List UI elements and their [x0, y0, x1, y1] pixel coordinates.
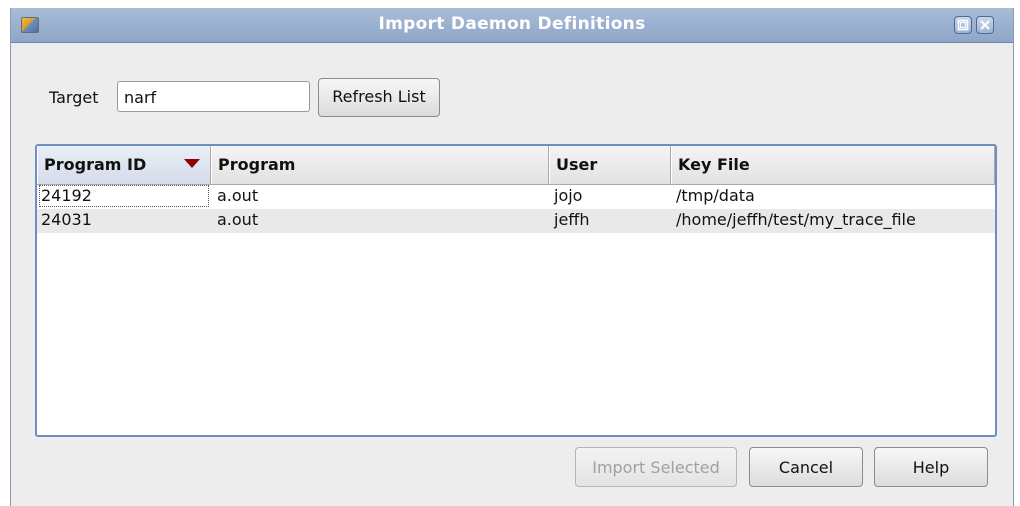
column-header-key-file[interactable]: Key File — [671, 146, 995, 184]
column-header-label: Key File — [678, 155, 750, 174]
dialog-window: Import Daemon Definitions Target narf Re… — [10, 8, 1014, 506]
cell-program: a.out — [217, 210, 259, 229]
column-header-label: Program — [218, 155, 296, 174]
cell-user: jojo — [554, 186, 583, 205]
cell-program: a.out — [217, 186, 259, 205]
column-header-program-id[interactable]: Program ID — [37, 146, 211, 184]
close-icon — [980, 20, 990, 30]
sort-down-arrow-icon — [184, 159, 200, 168]
help-button[interactable]: Help — [874, 447, 988, 487]
title-bar[interactable]: Import Daemon Definitions — [11, 8, 1013, 43]
refresh-list-button[interactable]: Refresh List — [318, 78, 440, 117]
maximize-icon — [957, 19, 969, 31]
close-button[interactable] — [976, 16, 994, 34]
table-header: Program ID Program User Key File — [37, 146, 995, 185]
column-header-program[interactable]: Program — [211, 146, 549, 184]
column-header-label: Program ID — [44, 155, 147, 174]
cell-key-file: /tmp/data — [676, 186, 755, 205]
column-header-label: User — [556, 155, 598, 174]
cell-user: jeffh — [554, 210, 590, 229]
table-row[interactable]: 24031 a.out jeffh /home/jeffh/test/my_tr… — [37, 209, 995, 233]
table-row[interactable]: 24192 a.out jojo /tmp/data — [37, 185, 995, 209]
cancel-button[interactable]: Cancel — [749, 447, 863, 487]
cell-program-id: 24192 — [41, 186, 92, 205]
column-header-user[interactable]: User — [549, 146, 671, 184]
maximize-button[interactable] — [954, 16, 972, 34]
import-selected-button[interactable]: Import Selected — [575, 447, 737, 487]
target-input[interactable]: narf — [117, 81, 310, 112]
cell-program-id: 24031 — [41, 210, 92, 229]
cell-key-file: /home/jeffh/test/my_trace_file — [676, 210, 916, 229]
window-title: Import Daemon Definitions — [378, 14, 646, 34]
target-label: Target — [49, 88, 99, 107]
daemon-table[interactable]: Program ID Program User Key File 24192 a… — [35, 144, 997, 437]
